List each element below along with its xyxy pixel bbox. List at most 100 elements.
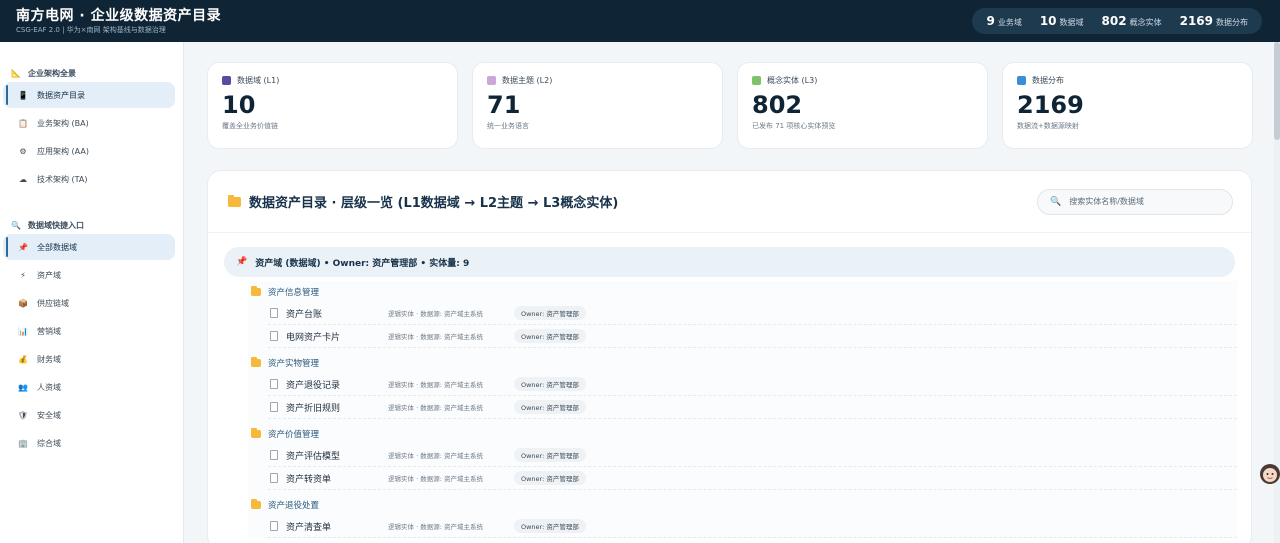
summary-cards: 数据域 (L1) 10 覆盖全业务价值链 数据主题 (L2) 71 统一业务语言… — [207, 62, 1253, 149]
search-input[interactable] — [1069, 197, 1220, 206]
clipboard-icon — [487, 76, 496, 85]
entity-name: 资产清查单 — [286, 522, 332, 533]
card-description: 已发布 71 项核心实体预览 — [752, 122, 836, 130]
sidebar-item-supply-chain[interactable]: 📦 供应链域 — [3, 290, 175, 316]
phone-icon — [222, 76, 231, 85]
card-data-domains: 数据域 (L1) 10 覆盖全业务价值链 — [207, 62, 458, 149]
sidebar-item-all-domains[interactable]: 📌 全部数据域 — [3, 234, 175, 260]
sidebar-item-safety[interactable]: 🛡 安全域 — [3, 402, 175, 428]
entity-name: 电网资产卡片 — [286, 332, 341, 343]
owner-badge: Owner: 资产管理部 — [514, 306, 586, 320]
folder-icon — [251, 285, 261, 296]
lightning-icon: ⚡ — [20, 270, 26, 280]
gear-icon: ⚙ — [19, 146, 27, 156]
search-box[interactable]: 🔍 — [1037, 188, 1233, 215]
entity-meta: 逻辑实体 · 数据源: 资产域主系统 — [388, 333, 483, 341]
pin-icon: 📌 — [236, 257, 248, 267]
box-icon: 📦 — [18, 298, 28, 308]
catalog-panel: 数据资产目录 · 层级一览 (L1数据域 → L2主题 → L3概念实体) 🔍 … — [207, 170, 1252, 543]
search-icon: 🔍 — [11, 220, 21, 230]
entity-meta: 逻辑实体 · 数据源: 资产域主系统 — [388, 381, 483, 389]
document-icon — [270, 379, 278, 389]
card-description: 覆盖全业务价值链 — [222, 122, 278, 130]
brand: 南方电网 · 企业级数据资产目录 CSG-EAF 2.0 | 华为×南网 架构基… — [16, 8, 221, 35]
card-data-subjects: 数据主题 (L2) 71 统一业务语言 — [472, 62, 723, 149]
cloud-icon: ☁ — [19, 174, 27, 184]
stat-business-domains: 9 业务域 — [986, 14, 1022, 28]
sidebar-item-tech-arch[interactable]: ☁ 技术架构 (TA) — [3, 166, 175, 192]
owner-badge: Owner: 资产管理部 — [514, 329, 586, 343]
folder-icon — [228, 194, 241, 207]
sidebar-item-data-catalog[interactable]: 📱 数据资产目录 — [3, 82, 175, 108]
sidebar-item-hr[interactable]: 👥 人资域 — [3, 374, 175, 400]
entity-meta: 逻辑实体 · 数据源: 资产域主系统 — [388, 404, 483, 412]
folder-icon — [251, 356, 261, 367]
catalog-tree: 资产信息管理 资产台账 逻辑实体 · 数据源: 资产域主系统 Owner: 资产… — [248, 281, 1237, 538]
card-number: 10 — [222, 91, 256, 119]
entity-row[interactable]: 资产清查单 逻辑实体 · 数据源: 资产域主系统 Owner: 资产管理部 — [268, 515, 1237, 538]
sidebar-item-general[interactable]: 🏢 综合域 — [3, 430, 175, 456]
document-icon — [270, 450, 278, 460]
header-stats: 9 业务域 10 数据域 802 概念实体 2169 数据分布 — [972, 8, 1262, 34]
card-number: 2169 — [1017, 91, 1084, 119]
entity-row[interactable]: 电网资产卡片 逻辑实体 · 数据源: 资产域主系统 Owner: 资产管理部 — [268, 325, 1237, 348]
entity-meta: 逻辑实体 · 数据源: 资产域主系统 — [388, 310, 483, 318]
subject-row[interactable]: 资产实物管理 — [248, 352, 1237, 373]
building-icon: 🏢 — [18, 438, 28, 448]
stat-data-distribution: 2169 数据分布 — [1179, 14, 1248, 28]
subject-row[interactable]: 资产信息管理 — [248, 281, 1237, 302]
document-icon — [270, 402, 278, 412]
ruler-icon: 📐 — [11, 68, 21, 78]
sidebar-section-architecture: 📐 企业架构全景 — [11, 68, 76, 78]
card-description: 统一业务语言 — [487, 122, 529, 130]
domain-row-asset[interactable]: 📌 资产域 (数据域) • Owner: 资产管理部 • 实体量: 9 — [224, 247, 1235, 277]
entity-row[interactable]: 资产退役记录 逻辑实体 · 数据源: 资产域主系统 Owner: 资产管理部 — [268, 373, 1237, 396]
bar-chart-icon: 📊 — [18, 326, 28, 336]
folder-icon — [251, 498, 261, 509]
top-header: 南方电网 · 企业级数据资产目录 CSG-EAF 2.0 | 华为×南网 架构基… — [0, 0, 1280, 42]
entity-name: 资产折旧规则 — [286, 403, 341, 414]
app-title: 南方电网 · 企业级数据资产目录 — [16, 7, 222, 24]
owner-badge: Owner: 资产管理部 — [514, 471, 586, 485]
folder-icon — [251, 427, 261, 438]
entity-name: 资产评估模型 — [286, 451, 341, 462]
panel-header: 数据资产目录 · 层级一览 (L1数据域 → L2主题 → L3概念实体) 🔍 — [208, 171, 1251, 233]
sidebar-item-finance[interactable]: 💰 财务域 — [3, 346, 175, 372]
sidebar: 📐 企业架构全景 📱 数据资产目录 📋 业务架构 (BA) ⚙ 应用架构 (AA… — [0, 42, 184, 543]
money-bag-icon: 💰 — [18, 354, 28, 364]
map-icon — [1017, 76, 1026, 85]
entity-name: 资产台账 — [286, 309, 323, 320]
owner-badge: Owner: 资产管理部 — [514, 448, 586, 462]
document-icon — [270, 308, 278, 318]
stat-concept-entities: 802 概念实体 — [1101, 14, 1162, 28]
sidebar-item-marketing[interactable]: 📊 营销域 — [3, 318, 175, 344]
sidebar-item-business-arch[interactable]: 📋 业务架构 (BA) — [3, 110, 175, 136]
assistant-avatar-icon[interactable] — [1258, 461, 1280, 487]
main-content: 数据域 (L1) 10 覆盖全业务价值链 数据主题 (L2) 71 统一业务语言… — [207, 62, 1253, 543]
card-description: 数据流+数据源映射 — [1017, 122, 1079, 130]
document-icon — [270, 473, 278, 483]
entity-row[interactable]: 资产评估模型 逻辑实体 · 数据源: 资产域主系统 Owner: 资产管理部 — [268, 444, 1237, 467]
puzzle-icon — [752, 76, 761, 85]
card-data-distribution: 数据分布 2169 数据流+数据源映射 — [1002, 62, 1253, 149]
entity-row[interactable]: 资产折旧规则 逻辑实体 · 数据源: 资产域主系统 Owner: 资产管理部 — [268, 396, 1237, 419]
scrollbar-thumb[interactable] — [1274, 42, 1280, 140]
entity-meta: 逻辑实体 · 数据源: 资产域主系统 — [388, 475, 483, 483]
clipboard-icon: 📋 — [18, 118, 28, 128]
owner-badge: Owner: 资产管理部 — [514, 377, 586, 391]
entity-row[interactable]: 资产转资单 逻辑实体 · 数据源: 资产域主系统 Owner: 资产管理部 — [268, 467, 1237, 490]
shield-icon: 🛡 — [17, 410, 29, 420]
entity-name: 资产退役记录 — [286, 380, 341, 391]
stat-data-domains: 10 数据域 — [1039, 14, 1084, 28]
phone-icon: 📱 — [18, 90, 28, 100]
subject-row[interactable]: 资产价值管理 — [248, 423, 1237, 444]
owner-badge: Owner: 资产管理部 — [514, 519, 586, 533]
app-subtitle: CSG-EAF 2.0 | 华为×南网 架构基线与数据治理 — [16, 25, 166, 34]
entity-row[interactable]: 资产台账 逻辑实体 · 数据源: 资产域主系统 Owner: 资产管理部 — [268, 302, 1237, 325]
entity-name: 资产转资单 — [286, 474, 332, 485]
search-icon: 🔍 — [1050, 196, 1062, 207]
sidebar-item-asset-domain[interactable]: ⚡ 资产域 — [3, 262, 175, 288]
sidebar-item-app-arch[interactable]: ⚙ 应用架构 (AA) — [3, 138, 175, 164]
owner-badge: Owner: 资产管理部 — [514, 400, 586, 414]
subject-row[interactable]: 资产退役处置 — [248, 494, 1237, 515]
